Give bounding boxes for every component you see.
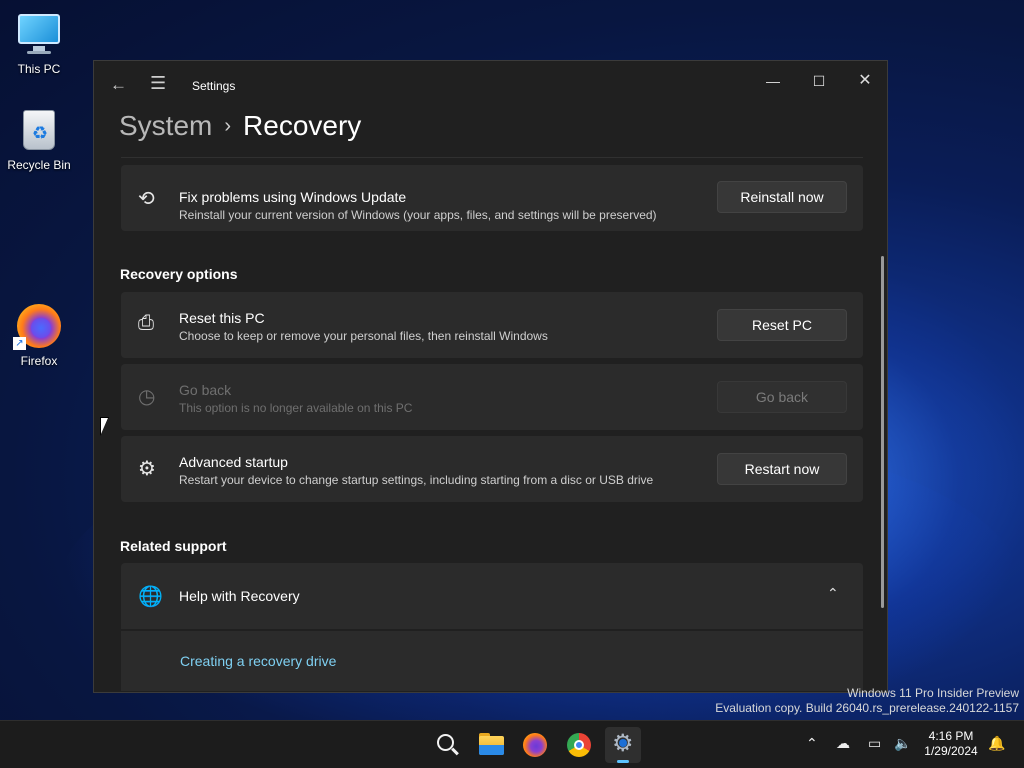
watermark-line-1: Windows 11 Pro Insider Preview xyxy=(847,686,1019,700)
title-bar: ← ☰ Settings — ☐ ✕ xyxy=(94,61,887,111)
fix-problems-card: ⟲ Fix problems using Windows Update Rein… xyxy=(121,165,863,231)
fix-problems-description: Reinstall your current version of Window… xyxy=(179,208,657,222)
close-button[interactable]: ✕ xyxy=(842,67,887,95)
desktop-icon-label: Recycle Bin xyxy=(7,158,71,172)
page-title: Recovery xyxy=(243,110,362,141)
active-app-indicator xyxy=(617,760,629,763)
monitor-icon xyxy=(15,10,63,58)
onedrive-cloud-icon[interactable]: ☁ xyxy=(836,735,850,752)
taskbar-chrome[interactable] xyxy=(561,727,597,763)
chevron-up-icon[interactable]: ⌃ xyxy=(827,585,839,602)
taskbar-file-explorer[interactable] xyxy=(473,727,509,763)
firefox-icon: ↗ xyxy=(13,302,63,350)
hamburger-menu-icon[interactable]: ☰ xyxy=(150,73,166,94)
go-back-card: ◷ Go back This option is no longer avail… xyxy=(121,364,863,430)
help-with-recovery-body: Creating a recovery drive xyxy=(121,631,863,691)
go-back-title: Go back xyxy=(179,382,232,398)
desktop-icon-label: This PC xyxy=(17,62,61,76)
reset-pc-title: Reset this PC xyxy=(179,310,265,326)
minimize-button[interactable]: — xyxy=(750,67,796,95)
gear-center-icon xyxy=(619,739,627,747)
reset-pc-button[interactable]: Reset PC xyxy=(717,309,847,341)
firefox-icon xyxy=(523,733,547,757)
reset-pc-icon: ⎙ xyxy=(138,312,154,334)
back-arrow-icon[interactable]: ← xyxy=(110,75,127,95)
desktop-icon-firefox[interactable]: ↗ Firefox xyxy=(1,302,77,368)
advanced-startup-description: Restart your device to change startup se… xyxy=(179,473,654,487)
network-icon[interactable]: ▭ xyxy=(868,735,881,752)
history-icon: ◷ xyxy=(138,386,156,408)
divider xyxy=(121,157,863,158)
desktop-icon-this-pc[interactable]: This PC xyxy=(1,10,77,76)
reset-pc-card: ⎙ Reset this PC Choose to keep or remove… xyxy=(121,292,863,358)
watermark-line-2: Evaluation copy. Build 26040.rs_prerelea… xyxy=(715,701,1019,715)
notification-bell-icon[interactable]: 🔔 xyxy=(988,735,1005,752)
recovery-options-heading: Recovery options xyxy=(120,266,238,282)
mouse-cursor-icon xyxy=(101,418,108,434)
advanced-startup-icon: ⚙ xyxy=(138,458,156,480)
taskbar: ⚙ ⌃ ☁ ▭ 🔈 4:16 PM 1/29/2024 🔔 xyxy=(0,720,1024,768)
refresh-icon: ⟲ xyxy=(138,188,155,210)
help-with-recovery-expander[interactable]: 🌐 Help with Recovery ⌃ xyxy=(121,563,863,629)
shortcut-arrow-icon: ↗ xyxy=(13,337,26,350)
breadcrumb: System › Recovery xyxy=(119,109,361,146)
creating-recovery-drive-link[interactable]: Creating a recovery drive xyxy=(180,653,336,669)
fix-problems-title: Fix problems using Windows Update xyxy=(179,189,407,205)
show-hidden-icons-chevron-icon[interactable]: ⌃ xyxy=(806,735,818,752)
related-support-heading: Related support xyxy=(120,538,227,554)
evaluation-watermark: Windows 11 Pro Insider Preview Evaluatio… xyxy=(715,686,1019,716)
clock-date: 1/29/2024 xyxy=(924,744,978,758)
globe-icon: 🌐 xyxy=(138,586,163,608)
settings-content: ⟲ Fix problems using Windows Update Rein… xyxy=(94,157,874,692)
go-back-description: This option is no longer available on th… xyxy=(179,401,413,415)
clock-time: 4:16 PM xyxy=(928,729,974,743)
restart-now-button[interactable]: Restart now xyxy=(717,453,847,485)
breadcrumb-system[interactable]: System xyxy=(119,110,212,141)
advanced-startup-title: Advanced startup xyxy=(179,454,288,470)
maximize-button[interactable]: ☐ xyxy=(796,67,842,95)
breadcrumb-chevron-icon: › xyxy=(224,115,232,137)
taskbar-search-button[interactable] xyxy=(429,727,465,763)
taskbar-settings[interactable]: ⚙ xyxy=(605,727,641,763)
recycle-bin-icon: ♻ xyxy=(15,106,63,154)
advanced-startup-card: ⚙ Advanced startup Restart your device t… xyxy=(121,436,863,502)
taskbar-clock[interactable]: 4:16 PM 1/29/2024 xyxy=(920,729,982,759)
go-back-button: Go back xyxy=(717,381,847,413)
desktop-icon-recycle-bin[interactable]: ♻ Recycle Bin xyxy=(1,106,77,172)
window-title: Settings xyxy=(192,79,236,93)
reinstall-now-button[interactable]: Reinstall now xyxy=(717,181,847,213)
chrome-center-icon xyxy=(574,740,584,750)
help-with-recovery-title: Help with Recovery xyxy=(179,588,300,604)
volume-icon[interactable]: 🔈 xyxy=(894,735,911,752)
desktop-icon-label: Firefox xyxy=(20,354,58,368)
scrollbar-thumb[interactable] xyxy=(881,256,884,608)
settings-window: ← ☰ Settings — ☐ ✕ System › Recovery ⟲ Fix… xyxy=(93,60,888,693)
reset-pc-description: Choose to keep or remove your personal f… xyxy=(179,329,548,343)
taskbar-firefox[interactable] xyxy=(517,727,553,763)
